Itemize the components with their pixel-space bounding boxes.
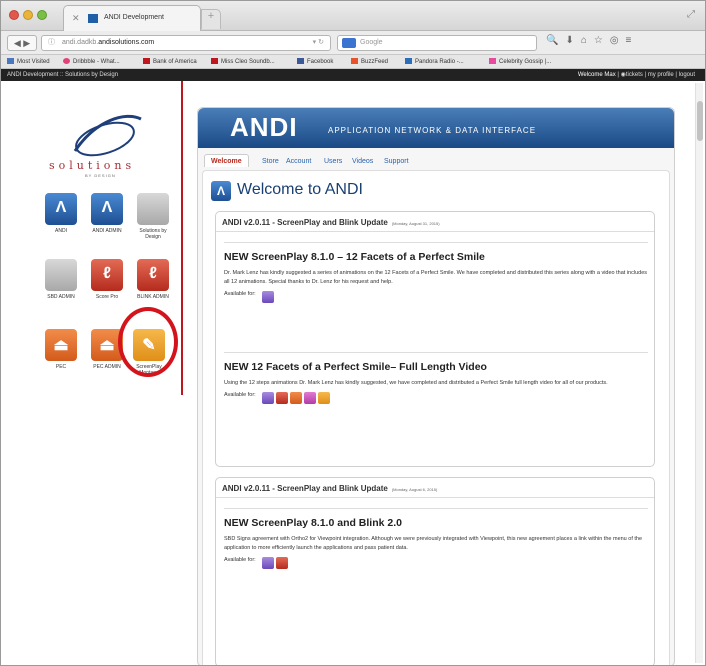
news-title: NEW 12 Facets of a Perfect Smile– Full L… [224, 352, 648, 373]
welcome-header: Λ Welcome to ANDI [211, 179, 651, 205]
available-row: Available for: [224, 392, 648, 404]
tab-store[interactable]: Store [262, 158, 279, 165]
montage-app-icon[interactable] [318, 392, 330, 404]
tab-account[interactable]: Account [286, 158, 311, 165]
page-content: solutions BY DESIGN Λ ANDI Λ ANDI ADMIN So… [1, 81, 705, 665]
news-body: Using the 12 steps animations Dr. Mark L… [224, 380, 608, 386]
main-panel: ANDI APPLICATION NETWORK & DATA INTERFAC… [197, 107, 675, 665]
news-item: NEW 12 Facets of a Perfect Smile– Full L… [224, 352, 648, 404]
bookmark-item[interactable]: Miss Cleo Soundb... [211, 58, 275, 65]
screenplay-app-icon[interactable] [262, 392, 274, 404]
user-menu: Welcome Max | ◉tickets | my profile | lo… [578, 69, 695, 81]
tab-videos[interactable]: Videos [352, 158, 373, 165]
update-card: ANDI v2.0.11 - ScreenPlay and Blink Upda… [215, 211, 655, 467]
news-title: NEW ScreenPlay 8.1.0 – 12 Facets of a Pe… [224, 242, 648, 263]
minimize-window-button[interactable] [23, 10, 33, 20]
bookmark-item[interactable]: Facebook [297, 58, 333, 65]
info-icon: ⓘ [48, 39, 55, 46]
site-title: ANDI Development :: Solutions by Design [7, 72, 119, 78]
app-score-pro[interactable]: ℓ Score Pro [89, 259, 125, 300]
card-header: ANDI v2.0.11 - ScreenPlay and Blink Upda… [216, 478, 654, 498]
app-sbd-admin[interactable]: SBD ADMIN [43, 259, 79, 300]
tab-welcome[interactable]: Welcome [204, 154, 249, 167]
andi-icon: Λ [45, 193, 77, 225]
url-prefix: andi.dadkb. [62, 39, 99, 46]
pec-icon: ⏏ [45, 329, 77, 361]
card-date: (Monday, August 6, 2015) [391, 487, 438, 492]
close-tab-icon[interactable]: ✕ [72, 13, 80, 24]
available-row: Available for: [224, 557, 648, 569]
screenplay-app-icon[interactable] [262, 557, 274, 569]
news-item: NEW ScreenPlay 8.1.0 – 12 Facets of a Pe… [224, 242, 648, 303]
card-date: (Monday, August 31, 2015) [391, 221, 440, 226]
andi-logo-icon: Λ [211, 181, 231, 201]
sbd-icon [137, 193, 169, 225]
blink-admin-icon: ℓ [137, 259, 169, 291]
annotation-line [181, 81, 183, 395]
andi-banner: ANDI APPLICATION NETWORK & DATA INTERFAC… [198, 108, 674, 148]
sbd-admin-icon [45, 259, 77, 291]
app-solutions-by-design[interactable]: Solutions by Design [135, 193, 171, 240]
banner-title: ANDI [230, 112, 298, 142]
page-scrollbar[interactable] [695, 83, 703, 663]
tab-users[interactable]: Users [324, 158, 342, 165]
news-item: NEW ScreenPlay 8.1.0 and Blink 2.0 SBD S… [224, 508, 648, 569]
news-title: NEW ScreenPlay 8.1.0 and Blink 2.0 [224, 508, 648, 529]
bookmarks-bar: Most Visited Dribbble - What... Bank of … [1, 55, 705, 69]
news-body: SBD Signs agreement with Ortho2 for View… [224, 536, 643, 551]
logo-text: solutions [49, 159, 136, 172]
news-body: Dr. Mark Lenz has kindly suggested a ser… [224, 270, 648, 285]
app-andi-admin[interactable]: Λ ANDI ADMIN [89, 193, 125, 234]
search-placeholder: Google [360, 39, 383, 46]
close-window-button[interactable] [9, 10, 19, 20]
reload-icon[interactable]: ▾ ↻ [313, 36, 324, 50]
fullscreen-icon[interactable]: ⤢ [687, 9, 695, 20]
andi-admin-icon: Λ [91, 193, 123, 225]
scrollbar-thumb[interactable] [697, 101, 703, 141]
banner-subtitle: APPLICATION NETWORK & DATA INTERFACE [328, 126, 537, 135]
logo-subtext: BY DESIGN [85, 173, 116, 178]
bookmark-item[interactable]: Dribbble - What... [63, 58, 120, 65]
url-domain: andisolutions.com [98, 39, 155, 46]
annotation-circle [118, 307, 178, 377]
tab-title: ANDI Development [104, 14, 164, 21]
url-bar[interactable]: ⓘ andi.dadkb.andisolutions.com ▾ ↻ [41, 35, 331, 51]
blink-app-icon[interactable] [276, 557, 288, 569]
page-title: Welcome to ANDI [237, 181, 363, 198]
bookmark-item[interactable]: Celebrity Gossip |... [489, 58, 551, 65]
score-pro-icon: ℓ [91, 259, 123, 291]
app-pec[interactable]: ⏏ PEC [43, 329, 79, 370]
browser-window: ✕ ANDI Development + ⤢ ◀ ▶ ⓘ andi.dadkb.… [0, 0, 706, 666]
update-card: ANDI v2.0.11 - ScreenPlay and Blink Upda… [215, 477, 655, 665]
bookmark-item[interactable]: Bank of America [143, 58, 197, 65]
blink-app-icon[interactable] [276, 392, 288, 404]
bookmark-item[interactable]: Pandora Radio -... [405, 58, 464, 65]
zoom-window-button[interactable] [37, 10, 47, 20]
pink-app-icon[interactable] [304, 392, 316, 404]
toolbar-icons[interactable]: 🔍⬇⌂☆◎≡ [546, 35, 638, 46]
app-blink-admin[interactable]: ℓ BLINK ADMIN [135, 259, 171, 300]
search-bar[interactable]: Google [337, 35, 537, 51]
welcome-user: Welcome Max [577, 72, 616, 78]
bookmark-item[interactable]: BuzzFeed [351, 58, 388, 65]
screenplay-app-icon[interactable] [262, 291, 274, 303]
bookmark-item[interactable]: Most Visited [7, 58, 50, 65]
app-andi[interactable]: Λ ANDI [43, 193, 79, 234]
new-tab-button[interactable]: + [201, 9, 221, 29]
google-icon [342, 38, 356, 48]
nav-tabs: Welcome Store Account Users Videos Suppo… [198, 154, 674, 170]
title-bar: ✕ ANDI Development + ⤢ [1, 1, 705, 31]
app-sidebar: solutions BY DESIGN Λ ANDI Λ ANDI ADMIN So… [1, 81, 191, 665]
welcome-panel: Λ Welcome to ANDI ANDI v2.0.11 - ScreenP… [202, 170, 670, 665]
site-top-bar: ANDI Development :: Solutions by Design … [1, 69, 705, 81]
back-forward-buttons[interactable]: ◀ ▶ [7, 35, 37, 51]
browser-toolbar: ◀ ▶ ⓘ andi.dadkb.andisolutions.com ▾ ↻ G… [1, 31, 705, 55]
card-header: ANDI v2.0.11 - ScreenPlay and Blink Upda… [216, 212, 654, 232]
available-row: Available for: [224, 291, 648, 303]
pec-app-icon[interactable] [290, 392, 302, 404]
tab-support[interactable]: Support [384, 158, 409, 165]
browser-tab[interactable]: ✕ ANDI Development [63, 5, 201, 31]
favicon-icon [88, 14, 98, 23]
user-links[interactable]: | ◉tickets | my profile | logout [617, 72, 695, 78]
